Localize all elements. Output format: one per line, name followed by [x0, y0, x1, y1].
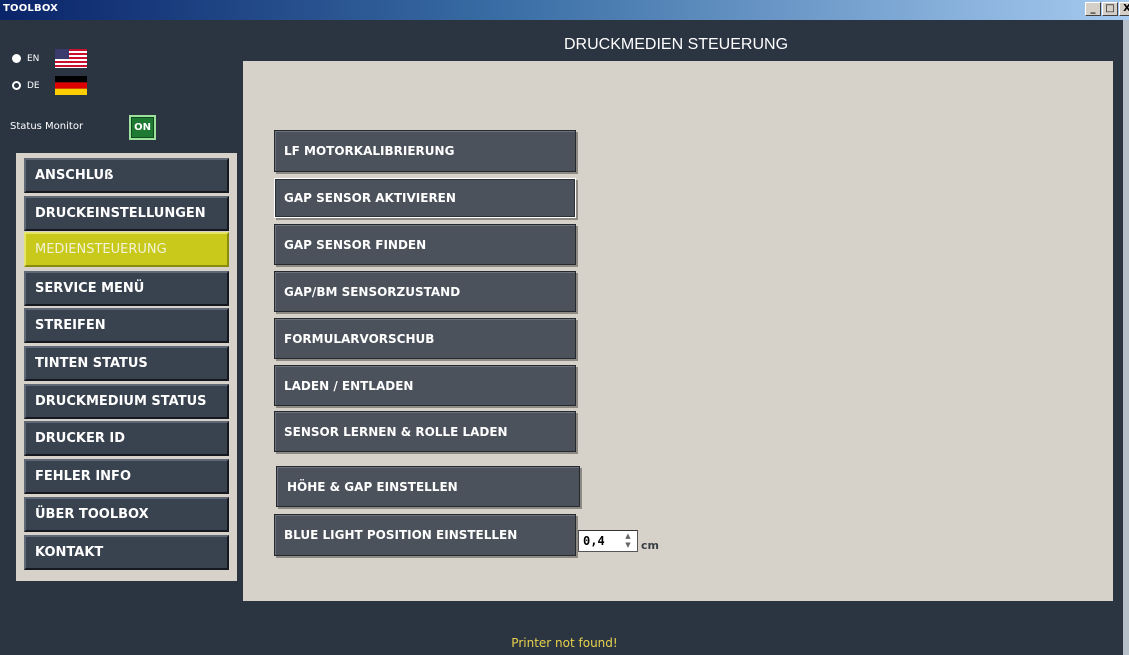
sidebar-item-kontakt[interactable]: KONTAKT	[24, 535, 229, 570]
spinner-up-icon[interactable]: ▲	[620, 532, 636, 541]
sidebar-item-fehler-info[interactable]: FEHLER INFO	[24, 459, 229, 494]
germany-flag-icon	[55, 76, 87, 95]
status-monitor-label: Status Monitor	[10, 121, 84, 132]
minimize-button[interactable]: _	[1085, 2, 1101, 16]
load-unload-button[interactable]: LADEN / ENTLADEN	[274, 365, 576, 406]
gap-sensor-find-button[interactable]: GAP SENSOR FINDEN	[274, 224, 576, 265]
form-feed-button[interactable]: FORMULARVORSCHUB	[274, 318, 576, 359]
window-controls: _ □ X	[1085, 2, 1129, 16]
language-option-de[interactable]: DE	[12, 76, 87, 95]
sidebar-item-mediensteuerung[interactable]: MEDIENSTEUERUNG	[24, 232, 229, 267]
height-gap-adjust-button[interactable]: HÖHE & GAP EINSTELLEN	[276, 466, 580, 507]
blue-light-position-button[interactable]: BLUE LIGHT POSITION EINSTELLEN	[274, 514, 576, 556]
us-flag-icon	[55, 49, 87, 68]
gap-sensor-activate-button[interactable]: GAP SENSOR AKTIVIEREN	[274, 178, 576, 218]
sensor-learn-load-roll-button[interactable]: SENSOR LERNEN & ROLLE LADEN	[274, 411, 576, 452]
sidebar-item-drucker-id[interactable]: DRUCKER ID	[24, 421, 229, 456]
language-radio-en[interactable]	[12, 54, 21, 63]
spinner-down-icon[interactable]: ▼	[620, 541, 636, 550]
language-option-en[interactable]: EN	[12, 49, 87, 68]
page-title: DRUCKMEDIEN STEUERUNG	[564, 36, 789, 53]
sidebar-item-ueber-toolbox[interactable]: ÜBER TOOLBOX	[24, 497, 229, 532]
sidebar-item-druckeinstellungen[interactable]: DRUCKEINSTELLUNGEN	[24, 196, 229, 231]
lf-motor-calibration-button[interactable]: LF MOTORKALIBRIERUNG	[274, 130, 576, 172]
status-monitor-toggle[interactable]: ON	[129, 115, 156, 140]
status-message: Printer not found!	[511, 636, 618, 650]
spinner-arrows: ▲ ▼	[620, 532, 636, 550]
sidebar-item-tinten-status[interactable]: TINTEN STATUS	[24, 346, 229, 381]
sidebar-item-service-menu[interactable]: SERVICE MENÜ	[24, 271, 229, 306]
gap-bm-sensor-state-button[interactable]: GAP/BM SENSORZUSTAND	[274, 271, 576, 312]
close-button[interactable]: X	[1119, 2, 1129, 16]
language-label-en: EN	[27, 53, 40, 64]
sidebar-item-druckmedium-status[interactable]: DRUCKMEDIUM STATUS	[24, 384, 229, 419]
window-title: TOOLBOX	[3, 3, 59, 14]
language-label-de: DE	[27, 80, 40, 91]
toolbox-window: TOOLBOX _ □ X EN DE Status Monitor ON AN…	[0, 0, 1129, 655]
spinner-value[interactable]: 0,4	[579, 534, 619, 548]
language-radio-de[interactable]	[12, 81, 21, 90]
unit-label: cm	[641, 539, 659, 552]
blue-light-position-spinner[interactable]: 0,4 ▲ ▼	[578, 530, 638, 552]
sidebar-item-streifen[interactable]: STREIFEN	[24, 308, 229, 343]
maximize-button[interactable]: □	[1102, 2, 1118, 16]
window-right-edge	[1123, 20, 1129, 655]
title-bar[interactable]: TOOLBOX _ □ X	[0, 0, 1129, 20]
sidebar-item-anschluss[interactable]: ANSCHLUß	[24, 158, 229, 193]
sidebar-nav: ANSCHLUß DRUCKEINSTELLUNGEN MEDIENSTEUER…	[16, 153, 237, 581]
